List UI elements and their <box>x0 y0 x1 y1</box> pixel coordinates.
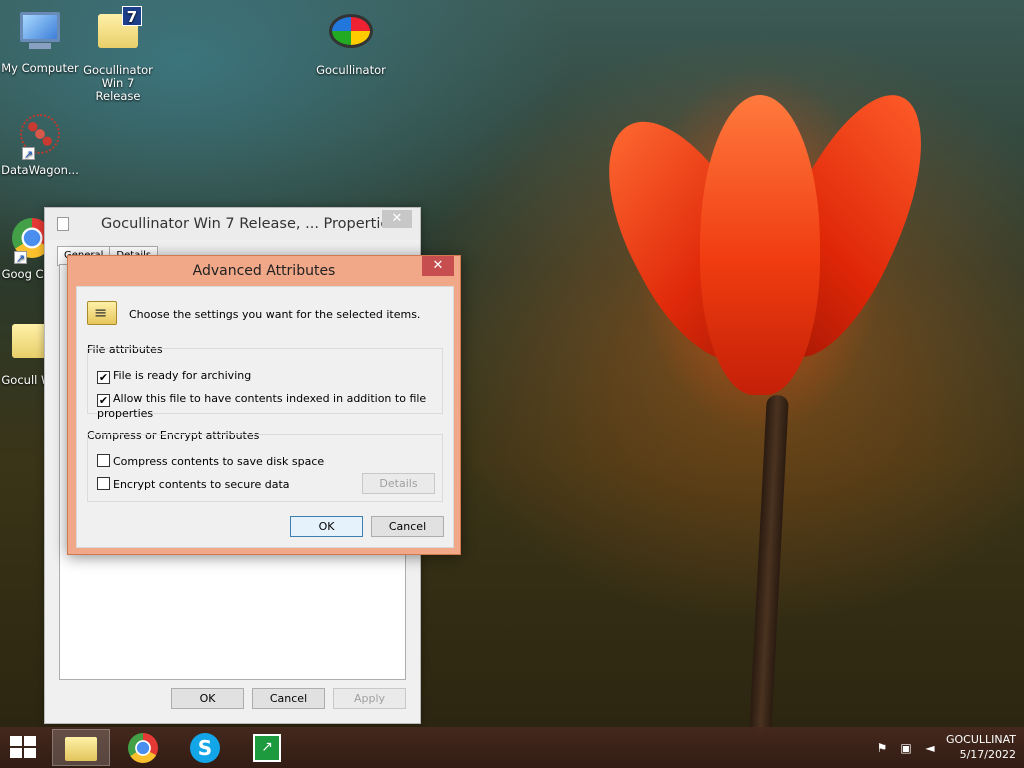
properties-title: Gocullinator Win 7 Release, ... Properti… <box>101 216 397 232</box>
windows-logo-icon <box>10 736 22 746</box>
desktop-icon-gocullinator-win7-release[interactable]: 7 Gocullinator Win 7 Release <box>78 6 158 103</box>
folder-icon: 7 <box>96 6 142 58</box>
encrypt-checkbox[interactable] <box>97 477 110 490</box>
advanced-attributes-close-button[interactable]: ✕ <box>422 256 454 276</box>
details-button[interactable]: Details <box>362 473 435 494</box>
desktop-icon-label: Gocullinator Win 7 Release <box>83 63 153 103</box>
desktop-icon-datawagon[interactable]: ↗ DataWagon... <box>0 112 80 177</box>
desktop-icon-label: Gocullinator <box>316 63 386 77</box>
properties-cancel-button[interactable]: Cancel <box>252 688 325 709</box>
advanced-ok-button[interactable]: OK <box>290 516 363 537</box>
properties-ok-button[interactable]: OK <box>171 688 244 709</box>
index-checkbox-row[interactable]: ✔ Allow this file to have contents indexe… <box>97 392 453 420</box>
index-checkbox[interactable]: ✔ <box>97 394 110 407</box>
chart-app-icon: ↗ <box>253 734 281 762</box>
advanced-attributes-body: Choose the settings you want for the sel… <box>76 286 454 548</box>
computer-icon <box>18 12 62 56</box>
index-checkbox-label: Allow this file to have contents indexed… <box>97 392 427 420</box>
properties-close-button[interactable]: ✕ <box>382 210 412 228</box>
datawagon-icon: ↗ <box>18 114 62 161</box>
advanced-attributes-dialog: Advanced Attributes ✕ Choose the setting… <box>67 255 461 555</box>
shortcut-arrow-icon: ↗ <box>14 251 27 265</box>
skype-icon: S <box>190 733 220 763</box>
properties-titlebar[interactable]: Gocullinator Win 7 Release, ... Properti… <box>45 208 420 240</box>
encrypt-checkbox-row[interactable]: Encrypt contents to secure data <box>97 477 290 491</box>
taskbar-skype[interactable]: S <box>176 729 234 766</box>
properties-page-icon <box>57 217 69 231</box>
taskbar-chrome[interactable] <box>114 729 172 766</box>
compress-checkbox-label: Compress contents to save disk space <box>113 455 325 468</box>
start-button[interactable] <box>10 736 38 760</box>
clock-line1: GOCULLINAT <box>945 733 1016 746</box>
windows-logo-icon <box>10 748 22 758</box>
volume-muted-icon[interactable]: ◄ <box>922 740 938 756</box>
taskbar-clock[interactable]: GOCULLINAT 5/17/2022 <box>946 732 1016 762</box>
archive-checkbox-label: File is ready for archiving <box>113 369 252 382</box>
advanced-attributes-titlebar[interactable]: Advanced Attributes ✕ <box>68 256 460 286</box>
archive-checkbox[interactable]: ✔ <box>97 371 110 384</box>
windows-logo-icon <box>24 736 36 746</box>
taskbar-gocullinator[interactable]: ↗ <box>238 729 296 766</box>
file-explorer-icon <box>65 737 97 761</box>
gocullinator-logo-icon <box>329 14 373 58</box>
properties-apply-button[interactable]: Apply <box>333 688 406 709</box>
desktop-icon-my-computer[interactable]: My Computer <box>0 8 80 75</box>
desktop-icon-label: DataWagon... <box>1 163 79 177</box>
desktop-icon-gocullinator[interactable]: Gocullinator <box>311 8 391 77</box>
desktop-icon-label: My Computer <box>1 61 79 75</box>
taskbar: S ↗ ⚑ ▣ ◄ GOCULLINAT 5/17/2022 <box>0 727 1024 768</box>
wallpaper-tulip-stem <box>749 394 789 736</box>
advanced-attributes-intro: Choose the settings you want for the sel… <box>129 308 421 321</box>
compress-checkbox-row[interactable]: Compress contents to save disk space <box>97 454 324 468</box>
encrypt-checkbox-label: Encrypt contents to secure data <box>113 478 290 491</box>
shortcut-arrow-icon: ↗ <box>22 147 35 161</box>
advanced-cancel-button[interactable]: Cancel <box>371 516 444 537</box>
windows7-badge-icon: 7 <box>122 6 142 26</box>
action-center-flag-icon[interactable]: ⚑ <box>874 740 890 756</box>
chrome-icon <box>128 733 158 763</box>
windows-logo-icon <box>24 748 36 758</box>
taskbar-file-explorer[interactable] <box>52 729 110 766</box>
advanced-attributes-title: Advanced Attributes <box>192 263 336 279</box>
network-icon[interactable]: ▣ <box>898 740 914 756</box>
clock-date: 5/17/2022 <box>959 748 1016 761</box>
wallpaper-tulip-petal <box>700 95 820 395</box>
folder-properties-icon <box>87 301 117 325</box>
compress-checkbox[interactable] <box>97 454 110 467</box>
archive-checkbox-row[interactable]: ✔ File is ready for archiving <box>97 369 251 384</box>
